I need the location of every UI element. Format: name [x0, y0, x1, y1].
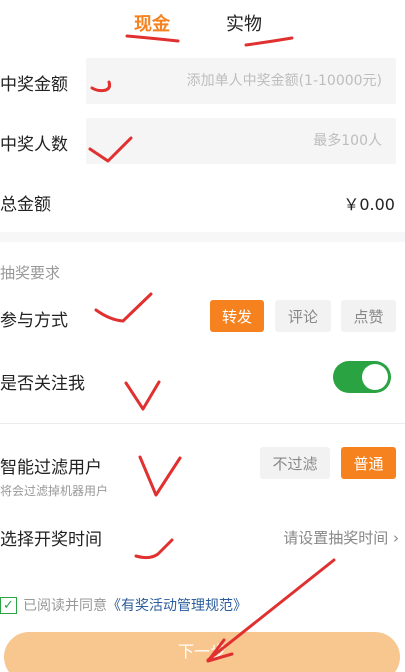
follow-me-label: 是否关注我: [0, 374, 85, 394]
tab-physical[interactable]: 实物: [226, 10, 262, 36]
winners-count-field[interactable]: [86, 118, 396, 164]
policy-link[interactable]: 《有奖活动管理规范》: [107, 595, 247, 615]
draw-time-selector[interactable]: 请设置抽奖时间 ›: [283, 527, 399, 548]
option-normal-filter[interactable]: 普通: [341, 447, 396, 479]
smart-filter-note: 将会过滤掉机器用户: [0, 484, 109, 498]
total-amount-value: ￥0.00: [343, 195, 395, 214]
option-like[interactable]: 点赞: [341, 300, 396, 332]
toggle-knob: [362, 364, 388, 390]
option-comment[interactable]: 评论: [275, 300, 331, 332]
check-mark-participation: [94, 292, 153, 323]
draw-time-label: 选择开奖时间: [0, 530, 102, 550]
agreement-row: ✓ 已阅读并同意 《有奖活动管理规范》: [0, 595, 247, 615]
option-repost[interactable]: 转发: [210, 300, 264, 332]
check-mark-filter: [138, 455, 182, 497]
smart-filter-label: 智能过滤用户: [0, 458, 102, 478]
follow-me-toggle[interactable]: [333, 361, 391, 393]
agree-checkbox[interactable]: ✓: [0, 596, 17, 614]
prize-amount-input[interactable]: [86, 58, 396, 104]
prize-amount-field[interactable]: [86, 58, 396, 104]
total-amount-label: 总金额: [0, 195, 51, 215]
requirements-section-title: 抽奖要求: [0, 264, 61, 282]
next-button[interactable]: 下一步: [4, 632, 400, 672]
agreement-text: 已阅读并同意: [23, 598, 107, 614]
check-mark-follow: [124, 380, 161, 411]
section-divider: [0, 232, 405, 242]
chevron-right-icon: ›: [393, 529, 399, 547]
winners-count-label: 中奖人数: [0, 135, 68, 155]
option-no-filter[interactable]: 不过滤: [260, 447, 330, 479]
draw-time-value: 请设置抽奖时间: [283, 529, 389, 547]
tab-cash[interactable]: 现金: [134, 10, 170, 36]
prize-amount-label: 中奖金额: [0, 75, 68, 95]
prize-type-tabs: 现金 实物: [0, 6, 405, 46]
check-mark-draw-time: [134, 538, 174, 560]
row-divider: [0, 423, 405, 424]
participation-label: 参与方式: [0, 311, 68, 331]
winners-count-input[interactable]: [86, 118, 396, 164]
